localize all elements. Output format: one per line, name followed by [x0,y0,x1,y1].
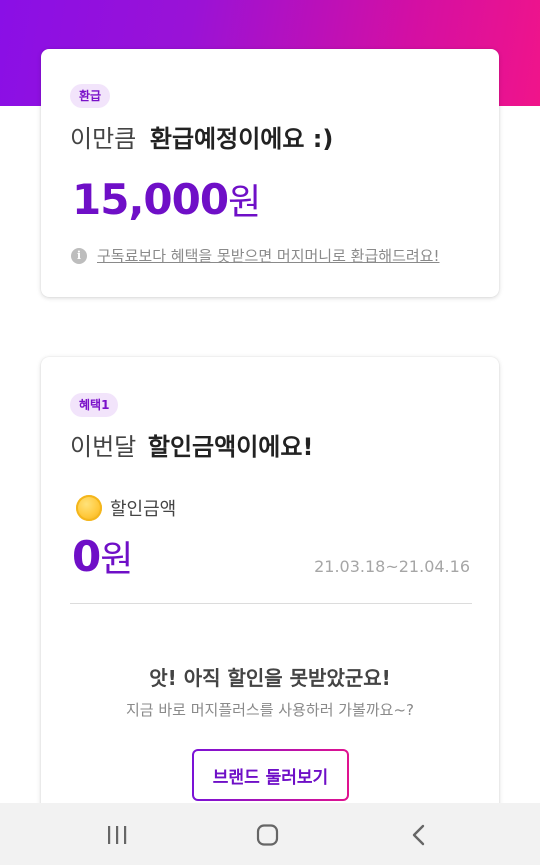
back-button[interactable] [399,817,439,853]
benefit-headline-bold: 할인금액이에요! [147,433,314,461]
recent-apps-icon [108,826,127,844]
back-icon [412,824,425,846]
benefit-badge: 혜택1 [70,393,119,417]
refund-note[interactable]: i 구독료보다 혜택을 못받으면 머지머니로 환급해드려요! [71,245,440,266]
browse-brands-button[interactable]: 브랜드 둘러보기 [192,749,349,801]
benefit-card: 혜택1 이번달 할인금액이에요! 할인금액 0원 21.03.18~21.04.… [41,357,499,827]
discount-amount-unit: 원 [100,539,134,580]
benefit-period: 21.03.18~21.04.16 [314,557,470,576]
benefit-headline: 이번달 할인금액이에요! [70,427,313,462]
refund-badge: 환급 [70,84,111,108]
empty-state-subtitle: 지금 바로 머지플러스를 사용하러 가볼까요~? [125,701,414,719]
home-icon [256,824,279,846]
benefit-headline-light: 이번달 [70,433,137,461]
discount-label-row: 할인금액 [76,495,176,521]
refund-card: 환급 이만큼 환급예정이에요 :) 15,000원 i 구독료보다 혜택을 못받… [41,49,499,297]
recent-apps-button[interactable] [97,817,137,853]
browse-brands-button-label: 브랜드 둘러보기 [194,751,347,799]
discount-label: 할인금액 [110,499,177,520]
refund-note-link[interactable]: 구독료보다 혜택을 못받으면 머지머니로 환급해드려요! [97,245,440,266]
discount-amount: 0원 [72,530,133,582]
discount-amount-value: 0 [72,532,101,581]
refund-amount-value: 15,000 [72,175,229,224]
info-icon: i [71,247,87,264]
refund-amount-unit: 원 [228,182,262,223]
system-navigation-bar [0,803,540,865]
refund-amount: 15,000원 [72,173,261,225]
refund-headline: 이만큼 환급예정이에요 :) [70,119,333,154]
empty-state-title: 앗! 아직 할인을 못받았군요! [149,666,391,690]
benefit-divider [70,603,472,604]
refund-headline-light: 이만큼 [70,125,137,153]
refund-headline-bold: 환급예정이에요 :) [149,125,334,153]
coin-icon [76,495,102,521]
home-button[interactable] [248,817,288,853]
